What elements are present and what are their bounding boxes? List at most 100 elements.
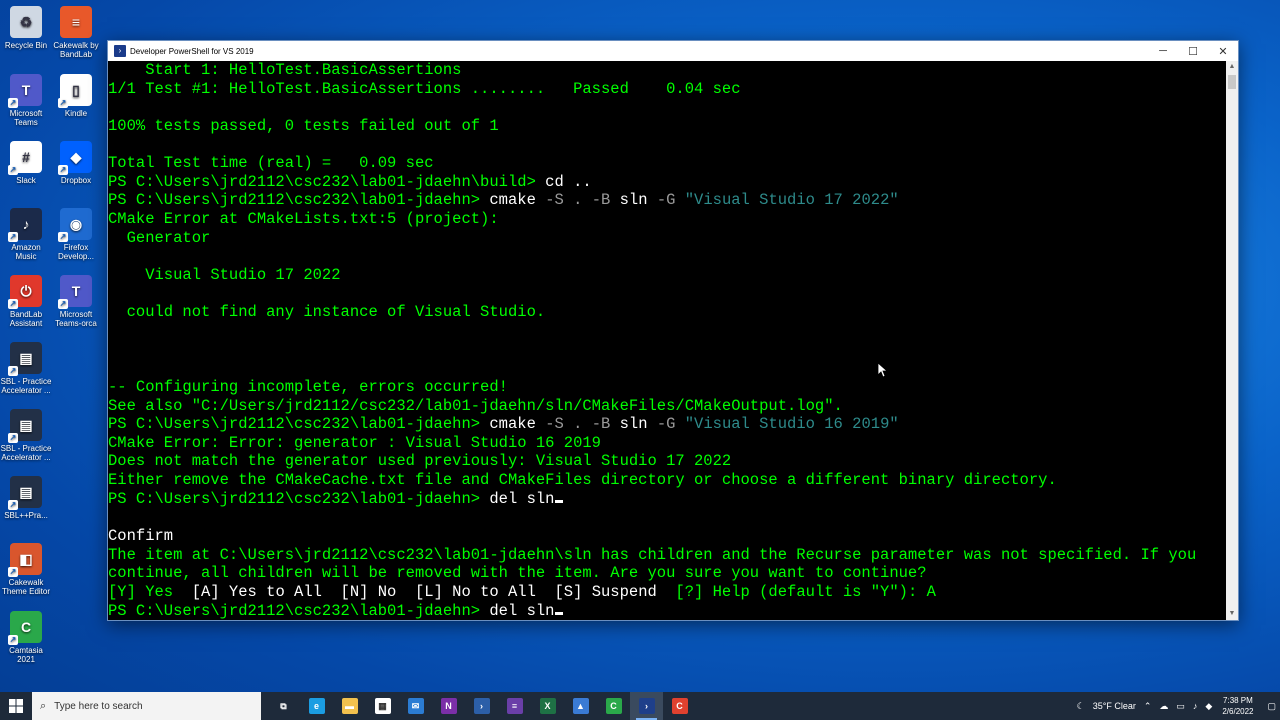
desktop-icon-teams[interactable]: T ↗ Microsoft Teams [0, 74, 52, 127]
shortcut-arrow-icon: ↗ [8, 433, 18, 443]
console-text: Generator [108, 228, 211, 247]
start-button[interactable] [0, 692, 32, 720]
vertical-scrollbar[interactable]: ▲ ▼ [1226, 61, 1238, 620]
desktop-icon-dropbox[interactable]: ◆ ↗ Dropbox [50, 141, 102, 185]
weather-text[interactable]: 35°F Clear [1093, 701, 1136, 711]
scroll-up-icon[interactable]: ▲ [1226, 61, 1238, 73]
taskbar-powershell-button[interactable]: › [465, 692, 498, 720]
taskbar-clion-button[interactable]: C [663, 692, 696, 720]
scroll-down-icon[interactable]: ▼ [1226, 608, 1238, 620]
mouse-pointer-icon [878, 363, 888, 378]
slack-icon: # ↗ [8, 141, 42, 175]
desktop-icon-book[interactable]: ▤ ↗ SBL - Practice Accelerator ... [0, 409, 52, 462]
taskbar-search[interactable]: ⌕ Type here to search [32, 692, 261, 720]
desktop-icon-slack[interactable]: # ↗ Slack [0, 141, 52, 185]
maximize-button[interactable]: ☐ [1178, 41, 1208, 61]
console-output[interactable]: Start 1: HelloTest.BasicAssertions 1/1 Te… [108, 61, 1227, 620]
console-text: del sln [489, 489, 555, 508]
desktop-icon-label: SBL++Pra... [4, 511, 48, 520]
console-text: sln [619, 415, 648, 434]
console-text: See also "C:/Users/jrd2112/csc232/lab01-… [108, 396, 843, 415]
taskbar-developer-powershell-button[interactable]: › [630, 692, 663, 720]
desktop-icon-book[interactable]: ▤ ↗ SBL++Pra... [0, 476, 52, 520]
edge-icon: e [308, 698, 325, 714]
task-view-icon: ⧉ [280, 701, 287, 711]
shortcut-arrow-icon: ↗ [8, 567, 18, 577]
console-text: The item at C:\Users\jrd2112\csc232\lab0… [108, 545, 1197, 564]
desktop-icon-kindle[interactable]: ▯ ↗ Kindle [50, 74, 102, 118]
desktop-icon-label: Camtasia 2021 [9, 646, 43, 664]
console-line: Start 1: HelloTest.BasicAssertions [108, 61, 1227, 80]
taskbar-task-view-button[interactable]: ⧉ [267, 692, 300, 720]
taskbar-excel-button[interactable]: X [531, 692, 564, 720]
close-button[interactable]: ✕ [1208, 41, 1238, 61]
taskbar-onenote-button[interactable]: N [432, 692, 465, 720]
powershell-icon: › [114, 45, 126, 57]
title-bar[interactable]: › Developer PowerShell for VS 2019 ─ ☐ ✕ [108, 41, 1238, 61]
windows-logo-icon [9, 699, 23, 713]
console-text: Either remove the CMakeCache.txt file an… [108, 471, 1057, 490]
desktop-icon-label: Firefox Develop... [57, 243, 95, 261]
desktop-icon-cakewalk[interactable]: ≡ Cakewalk by BandLab [50, 6, 102, 59]
console-line: PS C:\Users\jrd2112\csc232\lab01-jdaehn\… [108, 173, 1227, 192]
console-text: Visual Studio 17 2022 [108, 266, 341, 285]
powershell-window[interactable]: › Developer PowerShell for VS 2019 ─ ☐ ✕… [107, 40, 1239, 621]
console-line: See also "C:/Users/jrd2112/csc232/lab01-… [108, 397, 1227, 416]
desktop-icon-teams[interactable]: T ↗ Microsoft Teams-orca [50, 275, 102, 328]
taskbar-file-explorer-button[interactable]: ▬ [333, 692, 366, 720]
console-text: -- Configuring incomplete, errors occurr… [108, 377, 508, 396]
desktop-icon-book[interactable]: ▤ ↗ SBL - Practice Accelerator ... [0, 342, 52, 395]
scroll-thumb[interactable] [1228, 75, 1236, 89]
console-text: 1/1 Test #1: HelloTest.BasicAssertions .… [108, 79, 741, 98]
desktop-icon-bandlab[interactable]: ⏻ ↗ BandLab Assistant [0, 275, 52, 328]
console-line: 1/1 Test #1: HelloTest.BasicAssertions .… [108, 80, 1227, 99]
console-text: "Visual Studio 17 2022" [684, 191, 899, 210]
store-icon: ▦ [374, 698, 391, 714]
shortcut-arrow-icon: ↗ [8, 165, 18, 175]
console-text: [Y] Yes [108, 582, 174, 601]
teams-icon: T ↗ [8, 74, 42, 108]
console-text: Does not match the generator used previo… [108, 452, 732, 471]
desktop-icon-amazon-music[interactable]: ♪ ↗ Amazon Music [0, 208, 52, 261]
clock[interactable]: 7:38 PM 2/6/2022 [1222, 695, 1253, 717]
desktop-icon-camtasia[interactable]: C ↗ Camtasia 2021 [0, 611, 52, 664]
console-text: PS C:\Users\jrd2112\csc232\lab01-jdaehn> [108, 489, 490, 508]
minimize-button[interactable]: ─ [1148, 41, 1178, 61]
taskbar-store-button[interactable]: ▦ [366, 692, 399, 720]
taskbar-triangle-app-button[interactable]: ▲ [564, 692, 597, 720]
taskbar-camtasia-button[interactable]: C [597, 692, 630, 720]
shortcut-arrow-icon: ↗ [58, 232, 68, 242]
console-line: Visual Studio 17 2022 [108, 266, 1227, 285]
shortcut-arrow-icon: ↗ [8, 299, 18, 309]
console-text: [A] Yes to All [N] No [L] No to All [S] … [173, 582, 676, 601]
onedrive-icon[interactable]: ☁ [1159, 701, 1168, 712]
notification-icon[interactable]: ▢ [1267, 701, 1276, 712]
clock-date: 2/6/2022 [1222, 707, 1254, 716]
camtasia-icon: C ↗ [8, 611, 42, 645]
desktop-icon-recycle-bin[interactable]: ♻ Recycle Bin [0, 6, 52, 50]
console-line: Does not match the generator used previo… [108, 452, 1227, 471]
onenote-icon: N [440, 698, 457, 714]
console-line: -- Configuring incomplete, errors occurr… [108, 378, 1227, 397]
theme-editor-icon: ◧ ↗ [8, 543, 42, 577]
desktop-icon-label: BandLab Assistant [9, 310, 43, 328]
taskbar-edge-button[interactable]: e [300, 692, 333, 720]
clion-icon: C [671, 698, 688, 714]
volume-icon[interactable]: ♪ [1193, 701, 1198, 711]
desktop-icon-firefox[interactable]: ◉ ↗ Firefox Develop... [50, 208, 102, 261]
dropbox-tray-icon[interactable]: ◆ [1205, 701, 1212, 712]
taskbar-visual-studio-button[interactable]: ≡ [498, 692, 531, 720]
network-icon[interactable]: ▭ [1176, 701, 1185, 712]
chevron-up-icon[interactable]: ⌃ [1144, 701, 1152, 712]
console-line: could not find any instance of Visual St… [108, 303, 1227, 322]
console-text: could not find any instance of Visual St… [108, 303, 546, 322]
console-line: Confirm [108, 527, 1227, 546]
excel-icon: X [539, 698, 556, 714]
taskbar-mail-button[interactable]: ✉ [399, 692, 432, 720]
desktop-icon-label: SBL - Practice Accelerator ... [0, 444, 52, 462]
desktop-icon-label: Kindle [64, 109, 88, 118]
desktop-icon-theme-editor[interactable]: ◧ ↗ Cakewalk Theme Editor [0, 543, 52, 596]
console-text: -S . -B [535, 191, 620, 210]
book-icon: ▤ ↗ [8, 342, 42, 376]
